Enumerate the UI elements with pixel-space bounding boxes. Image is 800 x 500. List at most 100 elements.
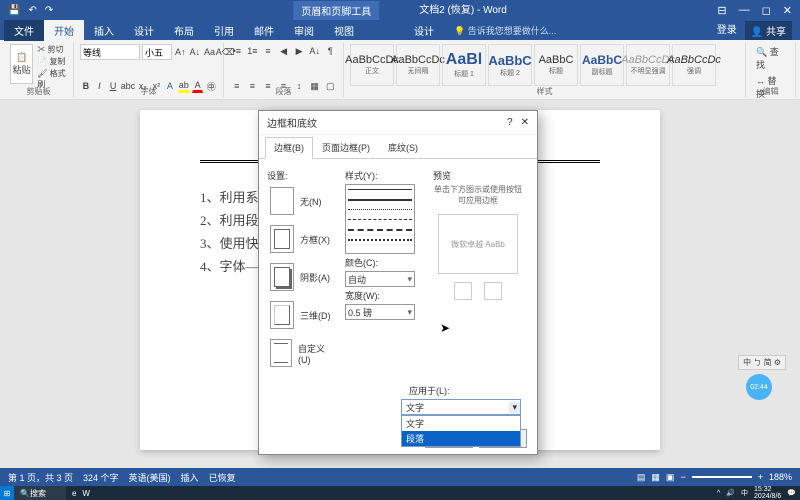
status-recovered[interactable]: 已恢复: [209, 471, 236, 484]
dialog-tab-border[interactable]: 边框(B): [265, 137, 313, 159]
shrink-font-icon[interactable]: A↓: [189, 45, 202, 59]
timer-badge[interactable]: 02:44: [746, 374, 772, 400]
increase-indent-icon[interactable]: ▶: [292, 44, 306, 58]
group-label-paragraph: 段落: [224, 86, 343, 97]
save-icon[interactable]: 💾: [8, 5, 20, 16]
applyto-option-paragraph[interactable]: 段落: [402, 431, 520, 446]
style-subtitle[interactable]: AaBbC副标题: [580, 44, 624, 86]
tab-review[interactable]: 审阅: [284, 20, 324, 41]
style-nospacing[interactable]: AaBbCcDc无间隔: [396, 44, 440, 86]
contextual-tool-label: 页眉和页脚工具: [293, 1, 379, 20]
style-emphasis[interactable]: AaBbCcDc强调: [672, 44, 716, 86]
ime-floating-bar[interactable]: 中 ㄅ 简 ⚙: [738, 355, 786, 370]
dialog-close-icon[interactable]: ✕: [521, 117, 529, 128]
decrease-indent-icon[interactable]: ◀: [277, 44, 291, 58]
applyto-combobox[interactable]: 文字 文字 段落: [401, 399, 521, 415]
dialog-titlebar: 边框和底纹 ? ✕: [259, 111, 537, 135]
dialog-help-icon[interactable]: ?: [507, 117, 513, 128]
zoom-out-icon[interactable]: −: [680, 472, 685, 482]
tab-view[interactable]: 视图: [324, 20, 364, 41]
status-words[interactable]: 324 个字: [83, 471, 119, 484]
tab-design[interactable]: 设计: [124, 20, 164, 41]
setting-none[interactable]: 无(N): [267, 184, 337, 218]
group-label-styles: 样式: [344, 86, 745, 97]
preview-area[interactable]: 微软卓越 AaBb: [438, 214, 518, 274]
tab-file[interactable]: 文件: [4, 20, 44, 41]
status-page[interactable]: 第 1 页，共 3 页: [8, 471, 73, 484]
preview-btn-top[interactable]: [454, 282, 472, 300]
undo-icon[interactable]: ↶: [28, 5, 36, 16]
applyto-label: 应用于(L):: [409, 384, 529, 397]
view-read-icon[interactable]: ▤: [637, 472, 646, 483]
zoom-level[interactable]: 188%: [769, 472, 792, 482]
style-heading2[interactable]: AaBbC标题 2: [488, 44, 532, 86]
tray-notifications-icon[interactable]: 💬: [787, 489, 796, 497]
font-name-input[interactable]: [80, 44, 140, 60]
style-subtle-emphasis[interactable]: AaBbCcDc不明显强调: [626, 44, 670, 86]
change-case-icon[interactable]: Aa: [203, 45, 216, 59]
status-lang[interactable]: 英语(美国): [129, 471, 171, 484]
styles-gallery[interactable]: AaBbCcDc正文 AaBbCcDc无间隔 AaBl标题 1 AaBbC标题 …: [350, 44, 739, 86]
tab-mailings[interactable]: 邮件: [244, 20, 284, 41]
zoom-in-icon[interactable]: +: [758, 472, 763, 482]
zoom-slider[interactable]: [692, 476, 752, 478]
tray-ime[interactable]: 中: [741, 488, 748, 498]
tab-references[interactable]: 引用: [204, 20, 244, 41]
group-label-font: 字体: [74, 86, 223, 97]
taskbar-edge-icon[interactable]: e: [72, 489, 76, 498]
tab-layout[interactable]: 布局: [164, 20, 204, 41]
setting-custom[interactable]: 自定义(U): [267, 336, 337, 370]
borders-shading-dialog: 边框和底纹 ? ✕ 边框(B) 页面边框(P) 底纹(S) 设置: 无(N) 方…: [258, 110, 538, 455]
group-label-editing: 编辑: [746, 86, 795, 97]
style-heading1[interactable]: AaBl标题 1: [442, 44, 486, 86]
dialog-tabs: 边框(B) 页面边框(P) 底纹(S): [259, 135, 537, 159]
paste-button[interactable]: 📋粘贴: [10, 44, 33, 84]
tray-up-icon[interactable]: ^: [717, 490, 720, 497]
style-normal[interactable]: AaBbCcDc正文: [350, 44, 394, 86]
bullets-icon[interactable]: •≡: [230, 44, 244, 58]
style-title[interactable]: AaBbC标题: [534, 44, 578, 86]
applyto-option-text[interactable]: 文字: [402, 416, 520, 431]
tray-volume-icon[interactable]: 🔊: [726, 489, 735, 497]
view-web-icon[interactable]: ▣: [666, 472, 675, 483]
window-minimize-icon[interactable]: —: [739, 4, 750, 17]
applyto-current[interactable]: 文字: [401, 399, 521, 415]
copy-button[interactable]: 📄 复制: [37, 56, 67, 67]
tray-time[interactable]: 15:322024/8/6: [754, 486, 781, 500]
sort-icon[interactable]: A↓: [308, 44, 322, 58]
cut-button[interactable]: ✂ 剪切: [37, 44, 67, 55]
tab-home[interactable]: 开始: [44, 20, 84, 41]
share-button[interactable]: 👤 共享: [745, 21, 792, 40]
setting-shadow[interactable]: 阴影(A): [267, 260, 337, 294]
grow-font-icon[interactable]: A↑: [174, 45, 187, 59]
setting-box[interactable]: 方框(X): [267, 222, 337, 256]
numbering-icon[interactable]: 1≡: [246, 44, 260, 58]
status-insert[interactable]: 插入: [181, 471, 199, 484]
font-size-input[interactable]: [142, 44, 172, 60]
start-button[interactable]: ⊞: [0, 486, 14, 500]
redo-icon[interactable]: ↷: [45, 5, 53, 16]
settings-column: 设置: 无(N) 方框(X) 阴影(A) 三维(D) 自定义(U): [267, 167, 337, 374]
tell-me-box[interactable]: 💡 告诉我您想要做什么...: [454, 24, 556, 37]
taskbar-search[interactable]: 🔍 搜索: [14, 486, 66, 500]
tab-insert[interactable]: 插入: [84, 20, 124, 41]
login-link[interactable]: 登录: [717, 21, 737, 40]
window-close-icon[interactable]: ✕: [783, 4, 792, 17]
dialog-title-text: 边框和底纹: [267, 115, 317, 130]
multilevel-icon[interactable]: ≡: [261, 44, 275, 58]
group-label-clipboard: 剪贴板: [4, 86, 73, 97]
find-button[interactable]: 🔍 查找: [752, 44, 789, 72]
window-maximize-icon[interactable]: ◻: [762, 4, 771, 17]
taskbar-word-icon[interactable]: W: [82, 489, 90, 498]
tab-contextual-design[interactable]: 设计: [404, 20, 444, 41]
setting-3d[interactable]: 三维(D): [267, 298, 337, 332]
dialog-tab-shading[interactable]: 底纹(S): [379, 137, 427, 158]
color-combobox[interactable]: 自动: [345, 271, 415, 287]
width-combobox[interactable]: 0.5 磅: [345, 304, 415, 320]
line-style-list[interactable]: [345, 184, 415, 254]
preview-btn-bottom[interactable]: [484, 282, 502, 300]
window-help-icon[interactable]: ⊟: [717, 4, 726, 17]
show-marks-icon[interactable]: ¶: [323, 44, 337, 58]
view-print-icon[interactable]: ▦: [651, 472, 660, 483]
dialog-tab-pageborder[interactable]: 页面边框(P): [313, 137, 379, 158]
